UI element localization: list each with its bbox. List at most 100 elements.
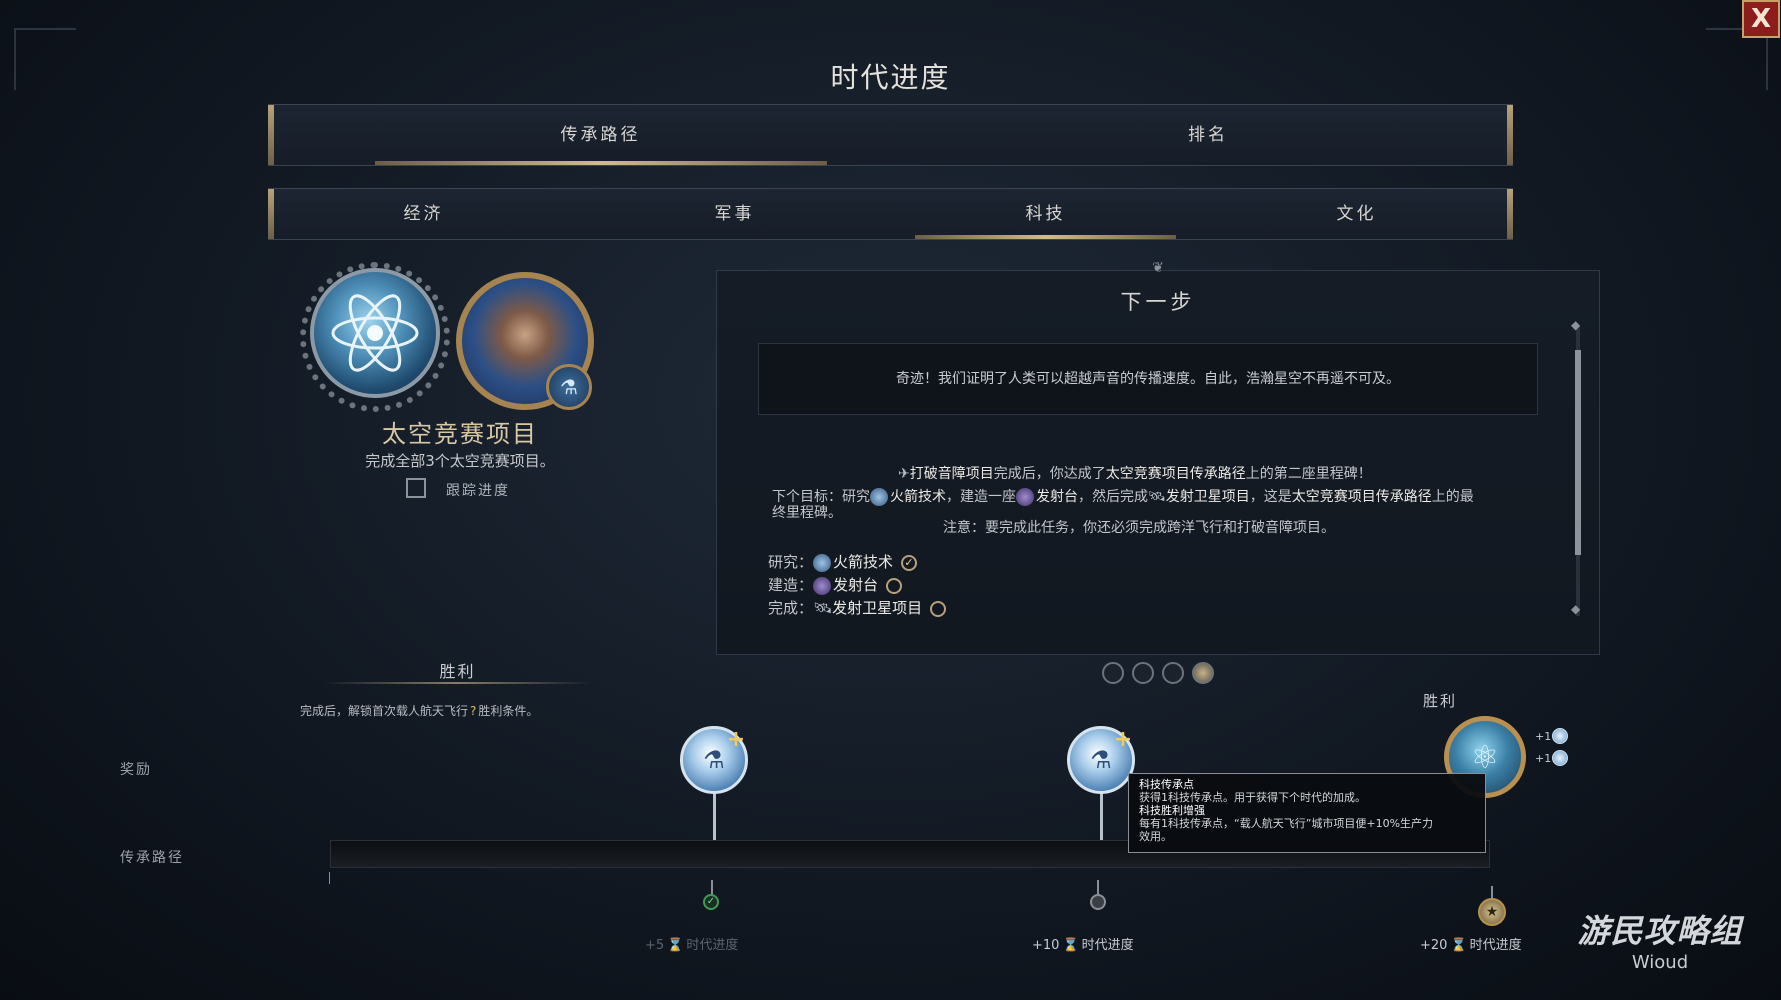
text: 完成后，你达成了 <box>993 466 1106 482</box>
atom-icon <box>331 294 419 372</box>
legacy-path-label: 传承路径 <box>120 850 184 866</box>
requirement-prefix: 研究： <box>768 553 814 571</box>
victory-desc-part2: 胜利条件。 <box>478 704 539 718</box>
category-tab-bar: 经济 军事 科技 文化 <box>268 188 1513 240</box>
text: 上的最 <box>1431 489 1474 505</box>
text: 上的第二座里程碑！ <box>1245 466 1372 482</box>
checkmark-icon: ✓ <box>901 554 918 571</box>
page-dot-4[interactable] <box>1192 662 1214 684</box>
flavor-quote: 奇迹！我们证明了人类可以超越声音的传播速度。自此，浩瀚星空不再遥不可及。 <box>758 343 1538 415</box>
tab-bar-left-edge <box>268 105 274 165</box>
tab-legacy-path-label: 传承路径 <box>560 125 641 145</box>
era-label: 时代进度 <box>686 938 739 953</box>
rocketry-tech-icon <box>813 553 832 572</box>
tooltip-body-1: 获得1科技传承点。用于获得下个时代的加成。 <box>1139 791 1366 804</box>
satellite-icon: 🛰 <box>1148 489 1166 505</box>
tab-economy-label: 经济 <box>403 204 444 224</box>
track-progress-label: 跟踪进度 <box>446 483 510 499</box>
next-step-title: 下一步 <box>1120 290 1196 314</box>
requirement-name: 火箭技术 <box>833 553 894 571</box>
legacy-gem-icon <box>1552 750 1568 766</box>
milestone-pending-icon <box>1090 894 1106 910</box>
reward-stem <box>713 790 716 840</box>
page-dot-3[interactable] <box>1162 662 1184 684</box>
legacy-path-name: 太空竞赛项目传承路径 <box>1105 466 1246 482</box>
victory-divider <box>322 682 592 684</box>
project-description: 完成全部3个太空竞赛项目。 <box>365 452 555 470</box>
scroll-up-icon[interactable]: ◆ <box>1571 318 1580 332</box>
legacy-path-name: 太空竞赛项目传承路径 <box>1291 489 1432 505</box>
close-button[interactable]: X <box>1742 0 1780 38</box>
milestone-1-era-reward: +5 ⌛ 时代进度 <box>645 934 738 953</box>
watermark: 游民攻略组 Wioud <box>1560 906 1760 973</box>
milestone-line-3: 终里程碑。 <box>772 505 842 521</box>
gem-bonus-2: +1 <box>1535 752 1552 765</box>
progress-start-tick <box>329 872 330 884</box>
hourglass-icon: ⌛ <box>667 938 684 953</box>
text: ，然后完成 <box>1078 489 1148 505</box>
science-flask-icon: ⚗ <box>546 364 592 410</box>
requirement-name: 发射卫星项目 <box>832 599 923 617</box>
rocketry-tech-icon <box>870 488 888 506</box>
milestone-line-2: 下个目标：研究 火箭技术，建造一座 发射台，然后完成🛰发射卫星项目，这是太空竞赛项目… <box>772 486 1474 506</box>
reward-tooltip: 科技传承点 获得1科技传承点。用于获得下个时代的加成。 科技胜利增强 每有1科技… <box>1128 773 1486 853</box>
incomplete-circle-icon <box>886 577 903 594</box>
scroll-down-icon[interactable]: ◆ <box>1571 602 1580 616</box>
hourglass-icon: ⌛ <box>1062 938 1079 953</box>
requirement-row-build: 建造： 发射台 <box>768 574 903 595</box>
milestone-2-era-reward: +10 ⌛ 时代进度 <box>1032 934 1134 953</box>
milestone-complete-icon: ✓ <box>703 894 719 910</box>
requirement-prefix: 建造： <box>768 576 814 594</box>
page-dot-1[interactable] <box>1102 662 1124 684</box>
tab-ranking-label: 排名 <box>1188 125 1228 145</box>
tooltip-body-2a: 每有1科技传承点，“载人航天飞行”城市项目便+10%生产力 <box>1139 817 1434 830</box>
tech-name: 火箭技术 <box>890 489 946 505</box>
project-name: 打破音障项目 <box>909 466 994 482</box>
project-name: 发射卫星项目 <box>1165 489 1250 505</box>
requirement-prefix: 完成： <box>768 599 814 617</box>
watermark-logo: 游民攻略组 <box>1577 912 1743 950</box>
legacy-gem-icon <box>1552 728 1568 744</box>
track-progress-checkbox[interactable] <box>406 478 426 498</box>
gem-bonus-1: +1 <box>1535 730 1552 743</box>
tooltip-title-2: 科技胜利增强 <box>1139 804 1205 817</box>
atom-emblem-icon <box>310 268 440 398</box>
building-name: 发射台 <box>1036 489 1078 505</box>
tab-legacy-path[interactable]: 传承路径 <box>318 105 883 165</box>
tab-culture-label: 文化 <box>1336 204 1377 224</box>
tab-economy[interactable]: 经济 <box>268 189 579 239</box>
incomplete-circle-icon <box>930 600 947 617</box>
era-points: +20 <box>1420 938 1448 953</box>
era-points: +5 <box>645 938 665 953</box>
tooltip-title-1: 科技传承点 <box>1139 778 1194 791</box>
tab-science[interactable]: 科技 <box>890 189 1201 239</box>
scrollbar-thumb[interactable] <box>1575 350 1581 555</box>
page-title: 时代进度 <box>830 61 951 94</box>
plus-icon: + <box>726 727 746 752</box>
tab-bar-right-edge <box>1507 105 1513 165</box>
tab-culture[interactable]: 文化 <box>1201 189 1512 239</box>
panel-ornament-icon: ❦ <box>1152 260 1164 276</box>
tab-military[interactable]: 军事 <box>579 189 890 239</box>
tooltip-body-2b: 效用。 <box>1139 830 1172 843</box>
plus-icon: + <box>1113 727 1133 752</box>
hourglass-icon: ⌛ <box>1450 938 1467 953</box>
milestone-3-era-reward: +20 ⌛ 时代进度 <box>1420 934 1522 953</box>
main-tab-bar: 传承路径 排名 <box>268 104 1513 166</box>
page-dot-2[interactable] <box>1132 662 1154 684</box>
reward-stem <box>1100 790 1103 840</box>
requirement-row-research: 研究： 火箭技术 ✓ <box>768 551 918 572</box>
requirement-name: 发射台 <box>833 576 879 594</box>
era-label: 时代进度 <box>1081 938 1134 953</box>
victory-title: 胜利 <box>439 662 476 681</box>
tab-ranking[interactable]: 排名 <box>928 105 1488 165</box>
launch-pad-icon <box>813 576 832 595</box>
requirement-row-complete: 完成：🛰发射卫星项目 <box>768 597 947 618</box>
launch-pad-icon <box>1016 488 1034 506</box>
victory-condition-icon: ? <box>470 704 477 718</box>
text: ，建造一座 <box>946 489 1016 505</box>
watermark-sub: Wioud <box>1631 952 1689 973</box>
tab-active-indicator <box>914 235 1177 239</box>
victory-desc-part1: 完成后，解锁首次载人航天飞行 <box>300 704 469 718</box>
tab-military-label: 军事 <box>714 204 755 224</box>
